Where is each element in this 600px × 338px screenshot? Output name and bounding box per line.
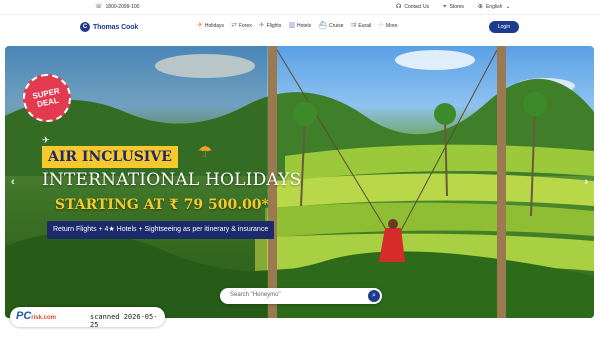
location-pin-icon: ⌖ <box>443 4 447 10</box>
nav-more[interactable]: ⁘ More <box>378 22 397 29</box>
utility-bar: ☏ 1800-2099-100 ☊ Contact Us ⌖ Stores ⊕ … <box>0 0 600 14</box>
hero-headline: INTERNATIONAL HOLIDAYS <box>42 170 302 190</box>
watermark-logo: PCrisk.com <box>16 310 56 322</box>
main-header: C Thomas Cook ✈ Holidays ⇄ Forex ✈ Fligh… <box>0 15 600 41</box>
nav-holidays[interactable]: ✈ Holidays <box>197 22 224 29</box>
globe-icon: ⊕ <box>477 4 483 10</box>
cruise-icon: ⛴ <box>318 22 328 29</box>
login-button[interactable]: Login <box>489 21 519 33</box>
plane-icon: ✈ <box>258 22 265 29</box>
nav-eurail[interactable]: ⇉ Eurail <box>350 22 371 29</box>
nav-hotels[interactable]: ▥ Hotels <box>288 22 311 29</box>
nav-forex[interactable]: ⇄ Forex <box>231 22 252 29</box>
search-input[interactable]: Search "Honeymo" <box>230 292 281 298</box>
logo-badge: C <box>80 22 90 32</box>
plane-icon: ✈ <box>42 135 50 145</box>
logo-text: Thomas Cook <box>93 23 139 31</box>
search-bar[interactable]: Search "Honeymo" ⌕ <box>220 288 382 304</box>
phone-icon: ☏ <box>95 4 103 10</box>
watermark-stamp: scanned 2026-05-25 <box>90 313 158 329</box>
logo[interactable]: C Thomas Cook <box>80 22 138 32</box>
inclusions-strip: Return Flights + 4★ Hotels + Sightseeing… <box>47 221 275 239</box>
watermark: PCrisk.com scanned 2026-05-25 <box>10 307 165 329</box>
more-icon: ⁘ <box>378 22 385 29</box>
stores-link[interactable]: ⌖ Stores <box>443 4 464 10</box>
chevron-down-icon: ⌄ <box>505 4 511 10</box>
language-select[interactable]: ⊕ English ⌄ <box>478 4 510 10</box>
main-nav: ✈ Holidays ⇄ Forex ✈ Flights ▥ Hotels ⛴ … <box>197 22 397 29</box>
search-button[interactable]: ⌕ <box>368 290 380 302</box>
nav-flights[interactable]: ✈ Flights <box>259 22 282 29</box>
palm-plane-icon: ✈ <box>197 22 203 29</box>
chevron-right-icon[interactable]: › <box>584 176 588 188</box>
air-inclusive-tag: AIR INCLUSIVE <box>42 146 178 168</box>
contact-link[interactable]: ☊ Contact Us <box>396 4 429 10</box>
headset-icon: ☊ <box>396 4 402 10</box>
phone-link[interactable]: ☏ 1800-2099-100 <box>95 4 139 10</box>
forex-icon: ⇄ <box>231 22 237 29</box>
train-icon: ⇉ <box>350 22 357 29</box>
phone-number: 1800-2099-100 <box>105 4 140 10</box>
hero-banner[interactable]: ‹ › SUPER DEAL ✈ AIR INCLUSIVE ☂ INTERNA… <box>5 46 594 318</box>
beach-umbrella-icon: ☂ <box>198 144 213 161</box>
hero-price: STARTING AT ₹ 79 500.00* <box>55 197 269 213</box>
search-icon: ⌕ <box>372 292 376 299</box>
hotel-icon: ▥ <box>288 22 295 29</box>
chevron-left-icon[interactable]: ‹ <box>11 176 15 188</box>
nav-cruise[interactable]: ⛴ Cruise <box>318 22 343 29</box>
